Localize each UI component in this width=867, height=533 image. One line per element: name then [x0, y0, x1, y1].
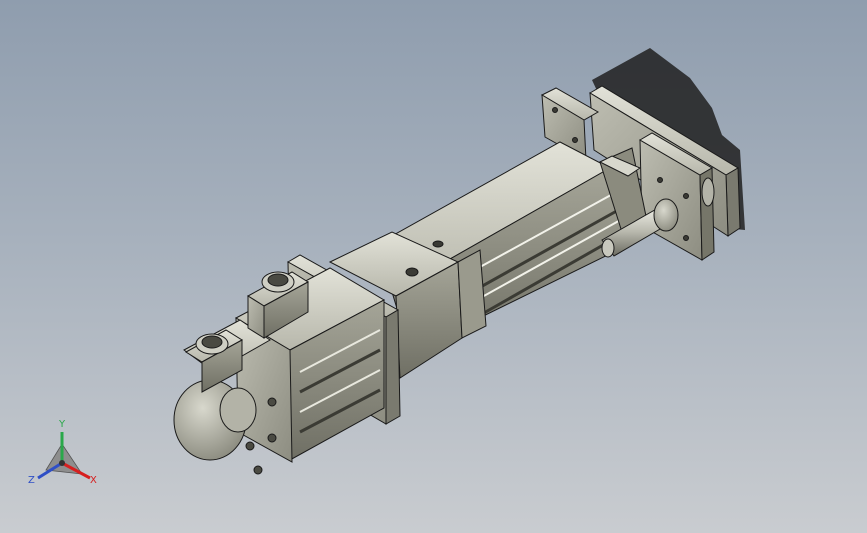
orientation-triad [37, 432, 91, 480]
cad-viewport[interactable]: X Y Z [0, 0, 867, 533]
triad-z-label: Z [28, 475, 35, 486]
triad-y-label: Y [59, 419, 66, 430]
triad-x-label: X [90, 475, 97, 486]
encoder-connector [185, 329, 243, 393]
actuator-3d-model[interactable] [0, 0, 867, 533]
